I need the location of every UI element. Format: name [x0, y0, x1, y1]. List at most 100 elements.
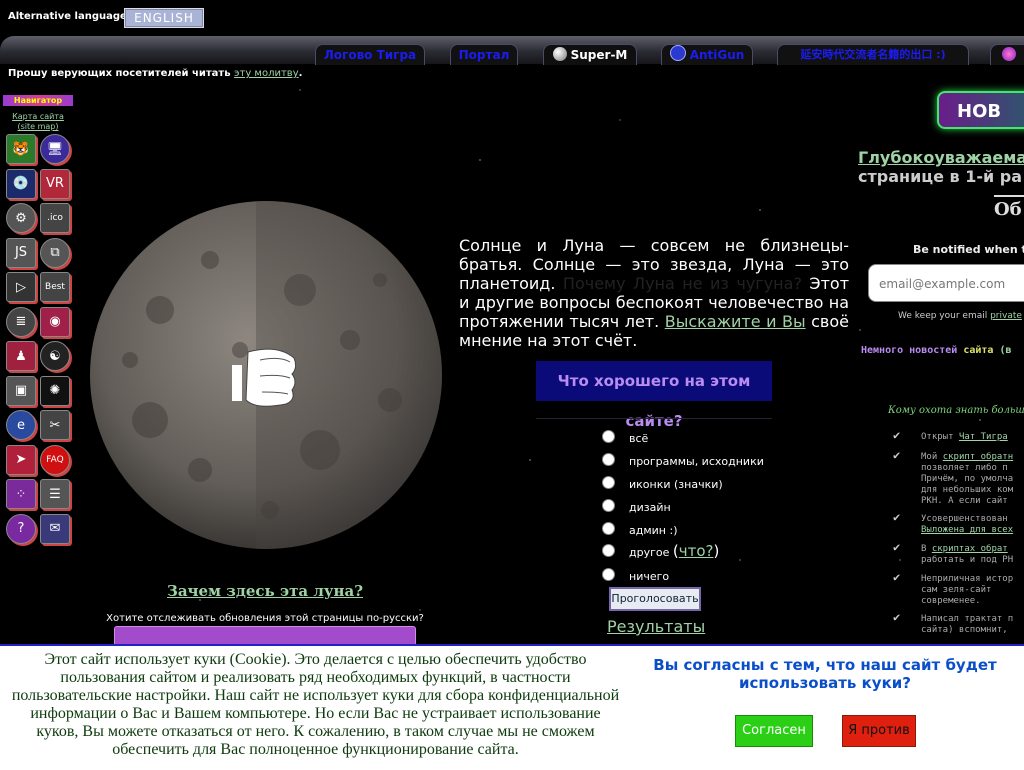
radio-button[interactable] [602, 430, 615, 443]
globe-icon [552, 47, 567, 61]
news-item: ✔ В скриптах обрат работать и под РН [893, 541, 1014, 566]
tab-flower[interactable] [990, 44, 1024, 65]
dots-icon[interactable]: ⁘ [6, 479, 36, 509]
poll-title: Что хорошего на этом сайте? [536, 361, 772, 430]
document-icon[interactable]: ☰ [40, 479, 70, 509]
atom-icon [669, 45, 686, 61]
news-label-b: сайта [957, 345, 994, 356]
mail-icon[interactable]: ✉ [40, 513, 70, 544]
tools-icon[interactable]: ✂ [40, 410, 70, 440]
disagree-button[interactable]: Я против [842, 715, 916, 747]
poll-option-label: дизайн [629, 501, 671, 514]
news-heading: Немного новостей сайта (в [861, 345, 1012, 356]
prayer-link[interactable]: эту молитву [234, 68, 299, 79]
tab-label: Super-M [570, 48, 628, 62]
news-item-link[interactable]: Чат Тигра [959, 432, 1008, 442]
private-note: We keep your email private [898, 311, 1022, 321]
intro-hidden-question: Почему Луна не из чугуна? [562, 274, 802, 293]
notify-label: Be notified when this [913, 243, 1024, 256]
news-item-text: Неприличная истор сам зеля-сайт современ… [921, 574, 1014, 606]
cursor-icon[interactable]: ➤ [6, 444, 36, 475]
prayer-text: Прошу верующих посетителей читать [8, 68, 235, 79]
navigator-title: Навигатор [3, 95, 73, 106]
vote-button[interactable]: Проголосовать [609, 587, 701, 611]
greeting-text: странице в 1-й ра [858, 167, 1023, 186]
radio-button[interactable] [602, 568, 615, 581]
news-label-a: Немного новостей [861, 345, 958, 356]
ie-icon[interactable]: e [6, 410, 36, 440]
moon-question-link[interactable]: Зачем здесь эта луна? [120, 582, 410, 600]
sitemap-link-block[interactable]: Карта сайта (site map) [8, 112, 68, 132]
tab-label: Логово Тигра [323, 48, 417, 62]
news-item-text: Мой [921, 452, 943, 462]
speak-up-link[interactable]: Выскажите и Вы [665, 312, 806, 331]
private-link[interactable]: private [990, 311, 1022, 321]
yin-yang-icon[interactable]: ☯ [40, 341, 70, 371]
prayer-note: Прошу верующих посетителей читать эту мо… [8, 68, 302, 79]
glasses-icon[interactable]: ◉ [40, 306, 70, 337]
poll-option-label: программы, исходники [629, 455, 764, 468]
check-icon: ✔ [893, 428, 901, 442]
news-item: ✔ Неприличная истор сам зеля-сайт совреме… [893, 571, 1014, 607]
puzzle-icon[interactable]: ⧉ [40, 237, 70, 268]
news-item-text: Усовершенствован [921, 514, 1008, 524]
news-item-rest: работать и под РН [921, 555, 1014, 565]
news-item-link[interactable]: скрипт обратн [943, 452, 1013, 462]
poll-option[interactable]: дизайн [602, 499, 671, 514]
news-item-text: В [921, 544, 932, 554]
other-what-link[interactable]: что? [679, 542, 714, 560]
sitemap-link-en[interactable]: (site map) [17, 122, 58, 131]
star-burst-icon[interactable]: ✺ [40, 375, 70, 406]
poll-option[interactable]: иконки (значки) [602, 476, 723, 491]
tab-tiger-lair[interactable]: Логово Тигра [315, 44, 425, 65]
poll-option[interactable]: программы, исходники [602, 453, 764, 468]
tiger-icon[interactable]: 🐯 [6, 134, 36, 164]
greeting-link[interactable]: Глубокоуважаема [858, 148, 1024, 167]
tab-chinese[interactable]: 延安時代交流者名籍的出口 :) [777, 44, 969, 65]
poll-option-label: всё [629, 432, 649, 445]
play-icon[interactable]: ▷ [6, 272, 36, 302]
radio-button[interactable] [602, 544, 615, 557]
divider [994, 195, 1024, 197]
radio-button[interactable] [602, 453, 615, 466]
poll-option-label: иконки (значки) [629, 478, 723, 491]
monitor-icon[interactable]: 🖥 [40, 134, 70, 164]
disc-icon[interactable]: 💿 [6, 168, 36, 199]
news-item-link[interactable]: скриптах обрат [932, 544, 1008, 554]
tab-portal[interactable]: Портал [450, 44, 518, 65]
results-link[interactable]: Результаты [607, 617, 705, 636]
poll-option[interactable]: админ :) [602, 522, 677, 537]
cookie-text: Этот сайт использует куки (Cookie). Это … [11, 651, 620, 758]
news-item-rest: позволяет либо п Причём, по умолча для н… [921, 463, 1014, 506]
radio-button[interactable] [602, 476, 615, 489]
poll-option[interactable]: ничего [602, 568, 669, 583]
prayer-end: . [298, 68, 303, 79]
notes-icon[interactable]: ≣ [6, 306, 36, 337]
tab-super-m[interactable]: Super-M [543, 44, 637, 65]
person-icon[interactable]: ♟ [6, 341, 36, 371]
radio-button[interactable] [602, 499, 615, 512]
js-icon[interactable]: JS [6, 237, 36, 268]
stamp-icon[interactable]: ▣ [6, 375, 36, 406]
question-icon[interactable]: ? [6, 513, 36, 544]
poll-option[interactable]: другое (что?) [602, 542, 719, 560]
email-field[interactable]: email@example.com [868, 264, 1024, 302]
tool-icon[interactable]: ⚙ [6, 203, 36, 233]
poll-option-label: ничего [629, 570, 670, 583]
news-item-text: Написал трактат п сайта) вспомнит, [921, 614, 1014, 635]
poll-option[interactable]: всё [602, 430, 648, 445]
vr-icon[interactable]: VR [40, 168, 70, 199]
radio-button[interactable] [602, 522, 615, 535]
agree-button[interactable]: Согласен [735, 715, 813, 747]
ico-icon[interactable]: .ico [40, 203, 70, 233]
tab-label: Портал [458, 48, 510, 62]
faq-icon[interactable]: FAQ [40, 444, 70, 475]
news-item-link[interactable]: Выложена для всех [921, 525, 1013, 535]
check-icon: ✔ [893, 448, 901, 462]
sitemap-link[interactable]: Карта сайта [12, 112, 64, 121]
tab-antigun[interactable]: AntiGun [661, 44, 753, 65]
best-icon[interactable]: Best [40, 272, 70, 302]
english-button[interactable]: ENGLISH [124, 8, 204, 28]
new-button[interactable]: НОВ [937, 91, 1024, 129]
follow-updates-box[interactable] [114, 626, 416, 646]
